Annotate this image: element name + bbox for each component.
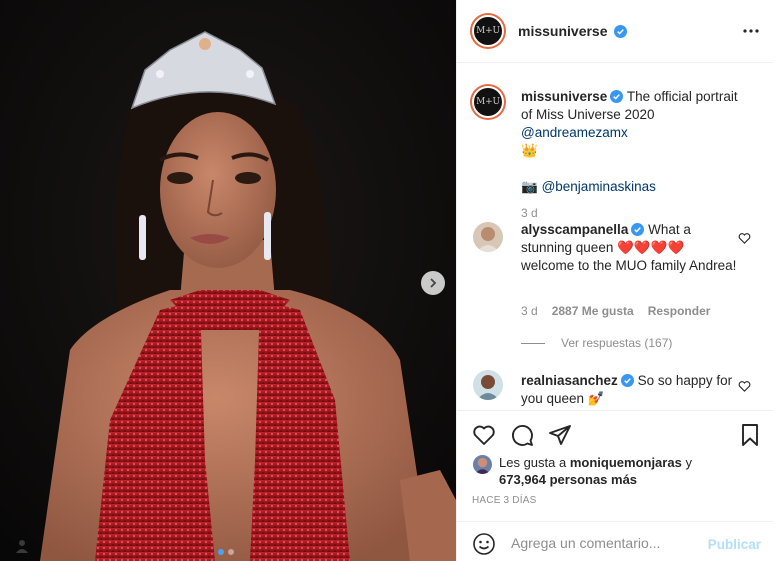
caption-text: missuniverse The official portrait of Mi…	[521, 88, 741, 196]
view-replies-button[interactable]: Ver respuestas (167)	[521, 336, 672, 350]
liker-avatar[interactable]	[473, 455, 492, 474]
like-comment-heart-icon[interactable]	[738, 232, 751, 245]
author-username[interactable]: missuniverse	[518, 23, 608, 39]
caption-age[interactable]: 3 d	[521, 206, 538, 220]
liker-username[interactable]: moniquemonjaras	[570, 455, 682, 470]
comment-author[interactable]: alysscampanella	[521, 222, 628, 237]
chevron-right-icon	[430, 278, 437, 288]
comment-author[interactable]: realniasanchez	[521, 373, 618, 388]
post-timestamp[interactable]: HACE 3 DÍAS	[472, 495, 536, 506]
avatar-logo-text: M+U	[476, 97, 500, 107]
replies-divider-line	[521, 342, 545, 344]
verified-badge-icon	[631, 223, 645, 236]
bookmark-icon[interactable]	[738, 423, 762, 447]
verified-badge-icon	[620, 374, 634, 387]
caption-mention-link[interactable]: @andreamezamx	[521, 125, 628, 140]
nail-polish-emoji: 💅	[587, 391, 605, 406]
verified-badge-icon	[614, 25, 628, 38]
carousel-indicator	[218, 549, 234, 555]
likes-prefix: Les gusta a	[499, 455, 567, 470]
caption-author[interactable]: missuniverse	[521, 89, 607, 104]
avatar-logo-text: M+U	[476, 26, 500, 36]
add-comment-bar: Publicar	[457, 521, 773, 561]
author-avatar[interactable]: M+U	[472, 15, 504, 47]
comment-text: alysscampanella What a stunning queen ❤️…	[521, 221, 741, 275]
comment-input[interactable]	[511, 531, 701, 555]
carousel-dot	[228, 549, 234, 555]
smiley-icon[interactable]	[472, 532, 496, 556]
heart-icon[interactable]	[472, 423, 496, 447]
comment-meta: 3 d 2887 Me gusta Responder	[521, 304, 710, 318]
post-header: M+U missuniverse	[457, 0, 773, 63]
comments-list[interactable]: M+U missuniverse The official portrait o…	[457, 64, 773, 410]
more-options-icon[interactable]	[742, 22, 760, 40]
post-details-panel: M+U missuniverse M+U missuniverse The of…	[456, 0, 773, 561]
likes-conjunction: y	[685, 455, 692, 470]
comment-text: realniasanchez So so happy for you queen…	[521, 372, 741, 408]
post-photo[interactable]	[0, 0, 456, 561]
like-comment-heart-icon[interactable]	[738, 380, 751, 393]
commenter-avatar[interactable]	[473, 222, 503, 252]
likes-count[interactable]: 673,964 personas más	[499, 472, 637, 487]
caption-author-avatar[interactable]: M+U	[472, 86, 504, 118]
photo-credit-link[interactable]: @benjaminaskinas	[542, 179, 656, 194]
comment-like-count[interactable]: 2887 Me gusta	[552, 304, 634, 318]
paper-plane-icon[interactable]	[548, 423, 572, 447]
likes-summary: Les gusta a moniquemonjaras y 673,964 pe…	[471, 454, 761, 488]
hearts-emoji: ❤️❤️❤️❤️	[617, 240, 685, 255]
post-action-bar	[457, 410, 773, 455]
publish-comment-button[interactable]: Publicar	[708, 537, 761, 552]
reply-button[interactable]: Responder	[648, 304, 711, 318]
portrait-image	[0, 0, 456, 561]
view-replies-label: Ver respuestas (167)	[561, 336, 673, 350]
comment-body-continued: welcome to the MUO family Andrea!	[521, 258, 737, 273]
verified-badge-icon	[610, 90, 624, 103]
carousel-dot-active	[218, 549, 224, 555]
next-slide-button[interactable]	[421, 271, 445, 295]
caption-meta: 3 d	[521, 206, 538, 220]
commenter-avatar[interactable]	[473, 370, 503, 400]
comment-age[interactable]: 3 d	[521, 304, 538, 318]
camera-emoji: 📷	[521, 179, 538, 194]
speech-bubble-icon[interactable]	[510, 423, 534, 447]
user-silhouette-icon[interactable]	[14, 538, 30, 554]
crown-emoji: 👑	[521, 143, 538, 158]
